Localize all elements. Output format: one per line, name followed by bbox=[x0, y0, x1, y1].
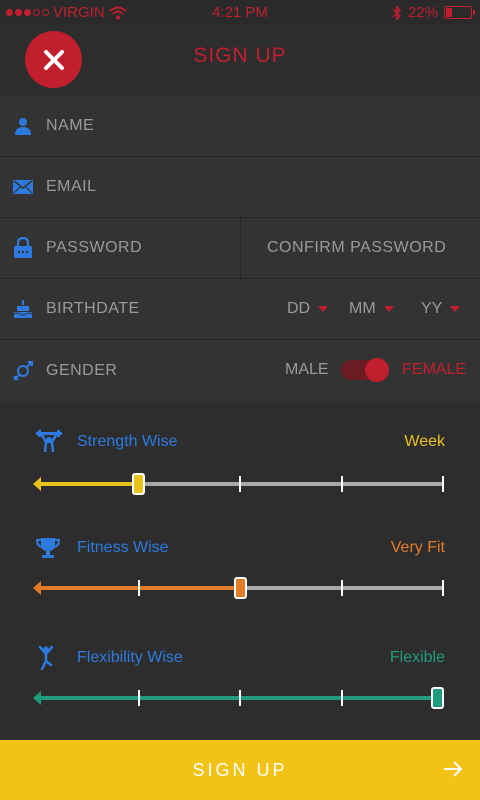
month-value: MM bbox=[349, 300, 376, 317]
arrow-right-icon bbox=[444, 761, 463, 777]
year-select[interactable]: YY bbox=[421, 300, 461, 318]
battery-icon bbox=[444, 6, 475, 19]
day-caret-icon bbox=[318, 306, 329, 312]
email-row bbox=[0, 157, 480, 218]
strength-slider[interactable] bbox=[33, 473, 444, 495]
password-input[interactable] bbox=[46, 239, 226, 257]
year-caret-icon bbox=[450, 306, 461, 312]
password-row bbox=[0, 218, 480, 279]
flexibility-cap bbox=[33, 691, 41, 705]
tick bbox=[341, 690, 343, 706]
fitness-slider[interactable] bbox=[33, 577, 444, 599]
signup-button[interactable]: SIGN UP bbox=[0, 740, 480, 800]
tick bbox=[138, 690, 140, 706]
password-divider bbox=[240, 218, 241, 278]
header: SIGN UP bbox=[0, 24, 480, 96]
tick bbox=[138, 580, 140, 596]
tick bbox=[442, 580, 444, 596]
gender-toggle[interactable] bbox=[341, 358, 389, 382]
fitness-thumb[interactable] bbox=[233, 577, 247, 599]
strength-header: Strength Wise Week bbox=[0, 430, 480, 454]
trophy-icon bbox=[36, 538, 60, 558]
gender-female-label[interactable]: FEMALE bbox=[402, 361, 466, 379]
stretching-icon bbox=[38, 646, 54, 670]
battery-percent: 22% bbox=[407, 4, 438, 21]
tick bbox=[341, 580, 343, 596]
gender-male-label[interactable]: MALE bbox=[285, 361, 329, 379]
name-row bbox=[0, 96, 480, 157]
birthdate-label: BIRTHDATE bbox=[46, 300, 140, 317]
name-input[interactable] bbox=[46, 117, 226, 135]
gender-row: GENDER MALE FEMALE bbox=[0, 340, 480, 401]
strength-value: Week bbox=[404, 433, 445, 450]
birthdate-row: BIRTHDATE DD MM YY bbox=[0, 279, 480, 340]
flexibility-value: Flexible bbox=[389, 649, 445, 666]
email-input[interactable] bbox=[46, 178, 226, 196]
month-caret-icon bbox=[383, 306, 394, 312]
strength-cap bbox=[33, 477, 41, 491]
year-value: YY bbox=[421, 300, 443, 317]
user-icon bbox=[0, 117, 46, 135]
confirm-password-input[interactable] bbox=[267, 239, 467, 257]
tick bbox=[239, 476, 241, 492]
tick bbox=[442, 476, 444, 492]
fitness-label: Fitness Wise bbox=[77, 539, 169, 556]
fitness-value: Very Fit bbox=[390, 539, 445, 556]
day-value: DD bbox=[287, 300, 311, 317]
weightlifter-icon bbox=[36, 430, 62, 453]
strength-fill bbox=[36, 482, 138, 486]
fitness-header: Fitness Wise Very Fit bbox=[0, 536, 480, 560]
status-right: 22% bbox=[392, 4, 475, 21]
page-title: SIGN UP bbox=[193, 44, 287, 67]
birthday-cake-icon bbox=[0, 299, 46, 319]
flexibility-label: Flexibility Wise bbox=[77, 649, 183, 666]
strength-thumb[interactable] bbox=[131, 473, 145, 495]
envelope-icon bbox=[0, 180, 46, 194]
gender-label: GENDER bbox=[46, 361, 118, 379]
bluetooth-icon bbox=[392, 4, 402, 21]
lock-icon bbox=[0, 237, 46, 259]
gender-icon bbox=[0, 360, 46, 382]
tick bbox=[341, 476, 343, 492]
strength-label: Strength Wise bbox=[77, 433, 178, 450]
flexibility-slider[interactable] bbox=[33, 687, 444, 709]
fitness-cap bbox=[33, 581, 41, 595]
fitness-sliders: Strength Wise Week Fitness Wise Very Fit bbox=[0, 402, 480, 740]
flexibility-thumb[interactable] bbox=[431, 687, 444, 709]
toggle-knob bbox=[365, 358, 389, 382]
day-select[interactable]: DD bbox=[287, 300, 329, 318]
signup-label: SIGN UP bbox=[192, 759, 288, 780]
tick bbox=[239, 690, 241, 706]
status-bar: VIRGIN 4:21 PM 22% bbox=[0, 0, 480, 24]
flexibility-header: Flexibility Wise Flexible bbox=[0, 646, 480, 670]
month-select[interactable]: MM bbox=[349, 300, 394, 318]
